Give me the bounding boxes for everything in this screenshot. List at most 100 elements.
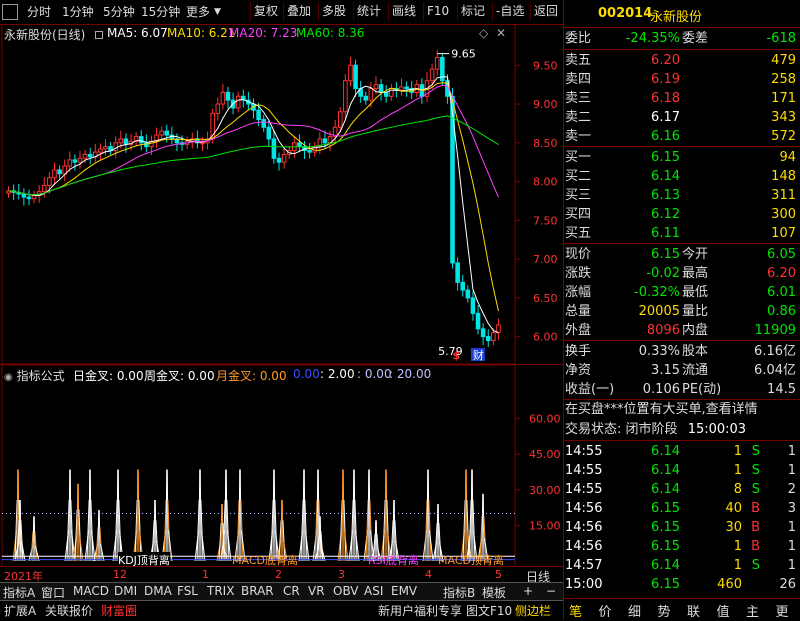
tab-asi[interactable]: ASI <box>364 584 383 598</box>
tab-template[interactable]: 模板 <box>482 584 506 601</box>
buy-price: 6.13 <box>651 188 680 203</box>
new-user-benefit-link[interactable]: 新用户福利专享 <box>378 602 462 619</box>
more-dropdown-icon[interactable]: ▼ <box>214 3 221 21</box>
stat-value: 6.20 <box>767 266 796 281</box>
tick-count: 1 <box>787 520 796 535</box>
tick-price: 6.14 <box>651 482 680 497</box>
tab-dmi[interactable]: DMI <box>114 584 137 598</box>
tab-window[interactable]: 窗口 <box>41 584 65 601</box>
candle-body <box>72 159 78 163</box>
quote-side-tabs: 笔价细势联值主更 <box>563 599 800 620</box>
tick-volume: 40 <box>725 501 742 516</box>
tab-indicator-a[interactable]: 指标A <box>3 584 35 601</box>
buy-level-label: 买二 <box>565 169 592 184</box>
tab-indicator-b[interactable]: 指标B <box>443 584 475 601</box>
status-tab-related-quotes[interactable]: 关联报价 <box>45 602 93 619</box>
tick-price: 6.14 <box>651 463 680 478</box>
candlestick-chart[interactable]: 9.509.008.508.007.507.006.506.009.655.79… <box>0 24 563 364</box>
quote-side-tab[interactable]: 势 <box>658 601 671 620</box>
big-order-notice[interactable]: 在买盘***位置有大买单,查看详情 <box>565 400 798 420</box>
tick-price: 6.15 <box>651 520 680 535</box>
tab-add[interactable]: + <box>523 584 533 598</box>
chart-frame <box>1 24 516 364</box>
quote-side-tab[interactable]: 值 <box>717 601 730 620</box>
sell-orders: 卖五 6.20 479 卖四 6.19 258 卖三 6.18 171 卖二 6.17 343 卖一 6.… <box>565 50 798 146</box>
candle-body <box>429 68 435 82</box>
tab-remove[interactable]: − <box>546 584 556 598</box>
sell-order-row: 卖五 6.20 479 <box>565 51 798 70</box>
tab-fsl[interactable]: FSL <box>177 584 198 598</box>
tab-emv[interactable]: EMV <box>391 584 417 598</box>
buy-volume: 300 <box>771 207 796 222</box>
finance-marker[interactable]: 财 <box>473 348 484 362</box>
indicator-y-label: 60.00 <box>529 413 561 426</box>
mark-button[interactable]: 标记 <box>457 2 488 21</box>
toolbar-menu-icon[interactable] <box>2 4 18 20</box>
restore-rights-button[interactable]: 复权 <box>250 2 281 21</box>
tab-cr[interactable]: CR <box>283 584 300 598</box>
graphic-f10-link[interactable]: 图文F10 <box>466 602 512 619</box>
candle-body <box>297 142 302 148</box>
status-tab-wealth-circle[interactable]: 财富圈 <box>101 602 137 619</box>
trade-status-time: 15:00:03 <box>687 422 747 437</box>
tick-count: 2 <box>787 482 796 497</box>
tick-direction: S <box>751 444 760 459</box>
fund-value: 14.5 <box>767 382 796 397</box>
quote-side-tab[interactable]: 更 <box>776 601 789 620</box>
buy-level-label: 买一 <box>565 150 592 165</box>
overlay-button[interactable]: 叠加 <box>283 2 314 21</box>
quote-side-tab[interactable]: 联 <box>687 601 700 620</box>
quote-side-tab[interactable]: 细 <box>628 601 641 620</box>
buy-order-row: 买五 6.11 107 <box>565 224 798 243</box>
candle-body <box>399 86 404 91</box>
quote-side-tab[interactable]: 笔 <box>569 601 582 620</box>
stock-name: 永新股份 <box>650 10 703 25</box>
period-tab-15min[interactable]: 15分钟 <box>141 3 180 21</box>
period-tab-intraday[interactable]: 分时 <box>27 3 51 21</box>
fund-value: 6.04亿 <box>754 363 796 378</box>
period-tab-more[interactable]: 更多 <box>186 3 210 21</box>
f10-button[interactable]: F10 <box>423 2 452 21</box>
tick-count: 3 <box>787 501 796 516</box>
draw-line-button[interactable]: 画线 <box>388 2 419 21</box>
tab-dma[interactable]: DMA <box>144 584 172 598</box>
y-tick-label: 8.50 <box>533 137 558 150</box>
tick-direction: B <box>751 539 760 554</box>
period-tab-5min[interactable]: 5分钟 <box>103 3 135 21</box>
sell-volume: 572 <box>771 129 796 144</box>
tab-obv[interactable]: OBV <box>333 584 359 598</box>
tick-count: 1 <box>787 444 796 459</box>
stat-value: -0.02 <box>646 266 680 281</box>
statistics-button[interactable]: 统计 <box>353 2 384 21</box>
candle-body <box>491 332 496 341</box>
tab-macd[interactable]: MACD <box>73 584 109 598</box>
tab-trix[interactable]: TRIX <box>207 584 234 598</box>
sell-order-row: 卖四 6.19 258 <box>565 70 798 89</box>
indicator-chart[interactable]: 60.00 45.00 30.00 15.00 <box>0 365 563 567</box>
price-stats: 现价 6.15 今开 6.05 涨跌 -0.02 最高 6.20 涨幅 -0.32% 最低 6.01 总… <box>565 244 798 340</box>
tick-time: 14:57 <box>565 558 603 573</box>
indicator-spike <box>117 469 120 562</box>
tab-vr[interactable]: VR <box>308 584 325 598</box>
dividend-marker[interactable]: $ <box>453 349 461 362</box>
sidebar-toggle[interactable]: 侧边栏 <box>515 602 551 619</box>
period-tab-1min[interactable]: 1分钟 <box>62 3 94 21</box>
candle-body <box>26 196 32 200</box>
buy-price: 6.14 <box>651 169 680 184</box>
tick-direction: B <box>751 501 760 516</box>
back-button[interactable]: 返回 <box>530 2 561 21</box>
tick-volume: 1 <box>733 444 742 459</box>
status-tab-extend[interactable]: 扩展A <box>4 602 36 619</box>
main-chart-panel[interactable]: 永新股份(日线) MA5: 6.07 MA10: 6.21 MA20: 7.23… <box>0 24 563 364</box>
quote-side-tab[interactable]: 价 <box>599 601 612 620</box>
candle-body <box>103 146 108 150</box>
x-label-apr: 4 <box>425 568 432 581</box>
add-watchlist-button[interactable]: -自选 <box>492 2 527 21</box>
quote-side-tab[interactable]: 主 <box>746 601 759 620</box>
candle-body <box>383 91 389 97</box>
stat-value: 20005 <box>638 304 680 319</box>
indicator-spike <box>302 469 305 562</box>
tab-brar[interactable]: BRAR <box>241 584 274 598</box>
multi-stock-button[interactable]: 多股 <box>318 2 349 21</box>
indicator-panel[interactable]: ◉ 指标公式 日金叉: 0.00 周金叉: 0.00 月金叉: 0.00 0.0… <box>0 364 563 568</box>
